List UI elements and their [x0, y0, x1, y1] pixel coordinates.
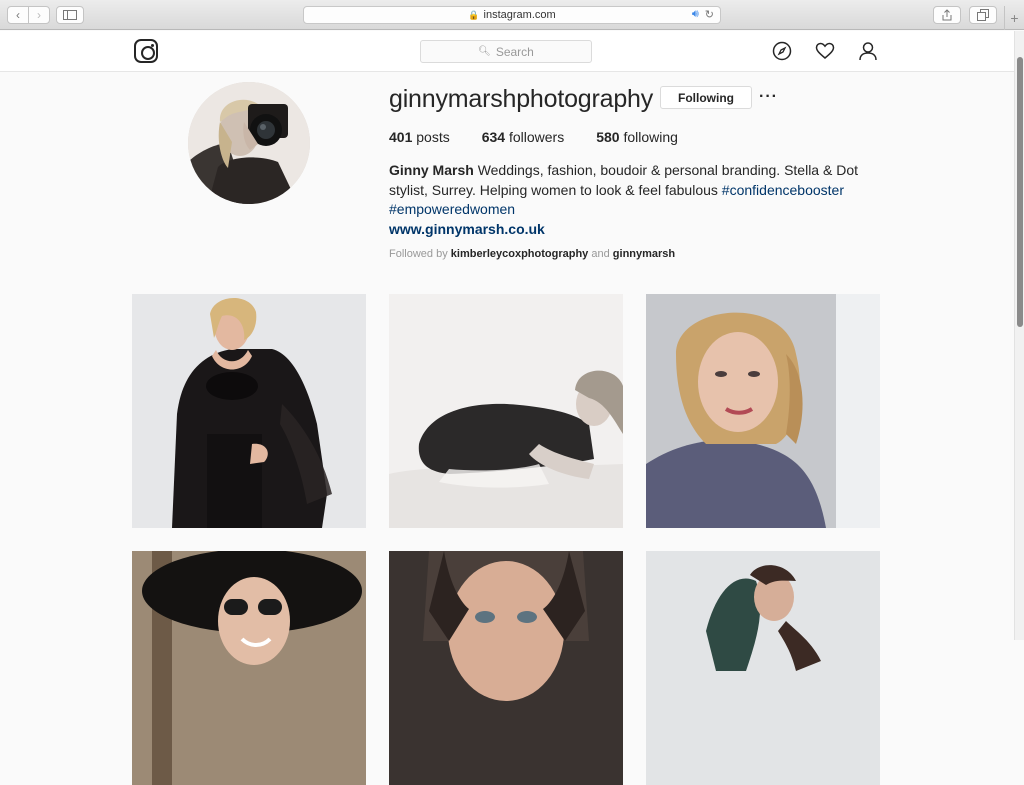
- post-photo: [132, 294, 366, 528]
- sidebar-icon: [63, 10, 77, 20]
- heart-icon[interactable]: [815, 41, 835, 61]
- followers-count: 634: [481, 129, 506, 145]
- follower-link[interactable]: ginnymarsh: [613, 248, 675, 260]
- posts-label: posts: [416, 129, 450, 145]
- share-button[interactable]: [933, 6, 961, 24]
- followed-by-and: and: [591, 248, 610, 260]
- reload-icon[interactable]: ↻: [705, 8, 714, 21]
- post-thumbnail[interactable]: [646, 294, 880, 528]
- post-photo: [646, 551, 880, 785]
- address-bar[interactable]: 🔒 instagram.com 🔊︎ ↻: [303, 6, 721, 24]
- followed-by-prefix: Followed by: [389, 248, 448, 260]
- instagram-header: 🔍︎ Search: [0, 31, 1014, 72]
- post-photo: [132, 551, 366, 785]
- post-photo: [646, 294, 880, 528]
- stat-following[interactable]: 580 following: [596, 129, 678, 145]
- post-thumbnail[interactable]: [389, 551, 623, 785]
- post-thumbnail[interactable]: [389, 294, 623, 528]
- sidebar-toggle-button[interactable]: [56, 6, 84, 24]
- profile-bio: Ginny Marsh Weddings, fashion, boudoir &…: [389, 161, 869, 239]
- url-text: instagram.com: [483, 9, 556, 21]
- posts-count: 401: [389, 129, 413, 145]
- avatar-photo: [188, 82, 310, 204]
- share-icon: [942, 9, 952, 21]
- post-thumbnail[interactable]: [132, 551, 366, 785]
- hashtag-link[interactable]: #confidencebooster: [722, 182, 844, 198]
- more-options-button[interactable]: ···: [759, 88, 778, 106]
- new-tab-button[interactable]: +: [1004, 6, 1024, 30]
- profile-icon[interactable]: [858, 41, 878, 61]
- followers-label: followers: [508, 129, 565, 145]
- following-count: 580: [596, 129, 620, 145]
- instagram-logo-icon[interactable]: [134, 39, 158, 63]
- hashtag-link[interactable]: #empoweredwomen: [389, 201, 515, 217]
- search-input[interactable]: 🔍︎ Search: [420, 40, 592, 63]
- back-icon[interactable]: ‹: [8, 7, 28, 23]
- profile-avatar[interactable]: [188, 82, 310, 204]
- profile-username: ginnymarshphotography: [389, 85, 654, 113]
- nav-buttons: ‹ ›: [7, 6, 50, 24]
- search-icon: 🔍︎: [478, 46, 491, 57]
- scrollbar-thumb[interactable]: [1017, 57, 1023, 327]
- stat-posts: 401 posts: [389, 129, 450, 145]
- post-thumbnail[interactable]: [132, 294, 366, 528]
- post-thumbnail[interactable]: [646, 551, 880, 785]
- search-placeholder: Search: [495, 44, 534, 59]
- speaker-icon[interactable]: 🔊︎: [692, 8, 699, 21]
- page-scrollbar[interactable]: [1014, 31, 1024, 640]
- explore-compass-icon[interactable]: [772, 41, 792, 61]
- profile-stats: 401 posts 634 followers 580 following: [389, 129, 710, 145]
- stat-followers[interactable]: 634 followers: [482, 129, 565, 145]
- forward-icon[interactable]: ›: [28, 7, 49, 23]
- followed-by-text: Followed by kimberleycoxphotography and …: [389, 248, 675, 260]
- post-photo: [389, 294, 623, 528]
- website-link[interactable]: www.ginnymarsh.co.uk: [389, 220, 869, 240]
- tabs-icon: [977, 9, 989, 21]
- lock-icon: 🔒: [468, 9, 480, 20]
- bio-name: Ginny Marsh: [389, 162, 474, 178]
- browser-toolbar: ‹ › 🔒 instagram.com 🔊︎ ↻ +: [0, 0, 1024, 30]
- following-button[interactable]: Following: [660, 86, 752, 109]
- follower-link[interactable]: kimberleycoxphotography: [451, 248, 589, 260]
- tabs-button[interactable]: [969, 6, 997, 24]
- following-label: following: [623, 129, 678, 145]
- post-photo: [389, 551, 623, 785]
